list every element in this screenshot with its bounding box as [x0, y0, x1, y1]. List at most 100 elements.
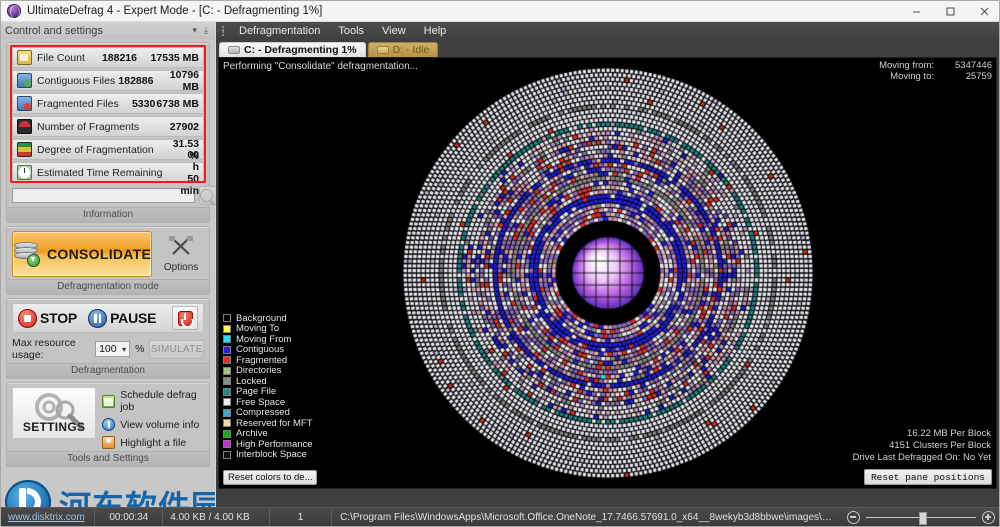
menu-item-defragmentation[interactable]: Defragmentation	[230, 22, 329, 40]
legend-swatch-icon[interactable]	[223, 450, 231, 459]
stop-label: STOP	[40, 310, 78, 326]
file-count-icon	[17, 50, 32, 65]
drag-grip-icon[interactable]	[220, 25, 225, 37]
status-site-link[interactable]: www.disktrix.com	[8, 512, 85, 523]
chevron-down-icon[interactable]: ▾	[122, 345, 126, 354]
simulate-label: SIMULATE	[150, 343, 203, 355]
legend-swatch-icon[interactable]	[223, 408, 231, 417]
zoom-out-icon[interactable]	[846, 510, 860, 524]
legend-item[interactable]: Contiguous	[223, 344, 313, 355]
consolidate-button[interactable]: CONSOLIDATE	[12, 231, 153, 277]
pause-icon	[88, 308, 108, 328]
window-title: UltimateDefrag 4 - Expert Mode - [C: - D…	[27, 5, 323, 17]
zoom-in-icon[interactable]	[981, 510, 995, 524]
legend-item[interactable]: Background	[223, 313, 313, 324]
legend-item[interactable]: Compressed	[223, 407, 313, 418]
legend-swatch-icon[interactable]	[223, 377, 231, 386]
legend-swatch-icon[interactable]	[223, 387, 231, 396]
menu-item-view[interactable]: View	[373, 22, 415, 40]
legend-swatch-icon[interactable]	[223, 366, 231, 375]
legend-label: Free Space	[236, 396, 286, 408]
minimize-button[interactable]	[899, 1, 933, 22]
legend-swatch-icon[interactable]	[223, 419, 231, 428]
viewer-status-text: Performing "Consolidate" defragmentation…	[223, 61, 418, 72]
legend-swatch-icon[interactable]	[223, 345, 231, 354]
tool-item-highlight-a-file[interactable]: Highlight a file	[102, 436, 204, 449]
simulate-button[interactable]: SIMULATE	[149, 339, 204, 359]
legend-swatch-icon[interactable]	[223, 356, 231, 365]
stat-value: 5330	[131, 97, 156, 110]
degree-of-fragmentation-icon	[17, 142, 32, 157]
pin-icon[interactable]: ⤓	[204, 25, 208, 36]
tool-item-view-volume-info[interactable]: View volume info	[102, 418, 204, 431]
stat-row-fragmented-files[interactable]: Fragmented Files 5330 6738 MB	[12, 93, 204, 114]
zoom-thumb[interactable]	[918, 511, 927, 525]
legend-item[interactable]: Locked	[223, 376, 313, 387]
legend-item[interactable]: Moving To	[223, 323, 313, 335]
schedule-icon	[102, 394, 116, 408]
legend-item[interactable]: Archive	[223, 428, 313, 439]
percent-sign: %	[135, 343, 145, 355]
reset-pane-positions-button[interactable]: Reset pane positions	[863, 469, 992, 485]
legend-item[interactable]: Directories	[223, 365, 313, 376]
legend-item[interactable]: Moving From	[223, 334, 313, 345]
dock-caption-label: Control and settings	[5, 24, 103, 37]
stat-label: Fragmented Files	[37, 97, 119, 110]
tool-item-schedule-defrag-job[interactable]: Schedule defrag job	[102, 389, 204, 413]
stat-size: 27902	[169, 120, 199, 133]
viewer-info-lines: 16.22 MB Per Block 4151 Clusters Per Blo…	[853, 428, 991, 464]
legend-item[interactable]: Fragmented	[223, 355, 313, 366]
stat-row-file-count[interactable]: File Count 188216 17535 MB	[12, 47, 204, 68]
chevron-down-icon[interactable]: ▾	[192, 25, 197, 36]
legend-swatch-icon[interactable]	[223, 335, 231, 344]
information-panel-footer: Information	[7, 207, 209, 222]
stat-label: Contiguous Files	[37, 74, 116, 87]
defrag-mode-footer: Defragmentation mode	[7, 279, 209, 294]
information-panel: File Count 188216 17535 MB Contiguous Fi…	[6, 42, 267, 223]
stat-label: File Count	[37, 51, 85, 64]
options-button[interactable]: Options	[158, 235, 204, 273]
drive-icon	[376, 46, 389, 54]
menu-item-tools[interactable]: Tools	[329, 22, 373, 40]
reset-colors-button[interactable]: Reset colors to de...	[223, 470, 318, 485]
legend-item[interactable]: Page File	[223, 386, 313, 397]
cluster-viewer[interactable]: Performing "Consolidate" defragmentation…	[218, 57, 997, 489]
stat-row-contiguous-files[interactable]: Contiguous Files 182886 10796 MB	[12, 69, 204, 93]
stat-size: 17535 MB	[150, 51, 199, 64]
legend-swatch-icon[interactable]	[223, 440, 231, 449]
zoom-track[interactable]	[865, 511, 976, 525]
info-line-last-defragged: Drive Last Defragged On: No Yet	[852, 452, 991, 463]
pause-button[interactable]: PAUSE	[88, 308, 156, 328]
power-button[interactable]	[172, 306, 198, 330]
stat-row-number-of-fragments[interactable]: Number of Fragments 27902	[12, 116, 204, 137]
tab-drive-d[interactable]: D: - Idle	[367, 42, 439, 57]
close-button[interactable]	[967, 1, 999, 22]
legend-item[interactable]: Reserved for MFT	[223, 418, 313, 429]
number-of-fragments-icon	[17, 119, 32, 134]
legend-item[interactable]: High Performance	[223, 439, 313, 450]
legend-swatch-icon[interactable]	[223, 398, 231, 407]
settings-button[interactable]: SETTINGS	[12, 387, 97, 439]
stop-button[interactable]: STOP	[18, 308, 78, 328]
zoom-slider[interactable]	[841, 508, 999, 527]
stat-size: 6738 MB	[156, 97, 199, 110]
legend-label: Moving To	[236, 323, 280, 335]
status-site[interactable]: www.disktrix.com	[1, 507, 96, 526]
max-resource-usage-spinner[interactable]: 100 ▾	[95, 341, 131, 357]
analyze-input[interactable]	[12, 188, 195, 203]
stat-row-estimated-time-remaining[interactable]: Estimated Time Remaining 00 h 50 min	[12, 149, 204, 197]
legend-swatch-icon[interactable]	[223, 314, 231, 323]
menu-item-help[interactable]: Help	[415, 22, 456, 40]
tools-list: Schedule defrag job View volume info Hig…	[102, 387, 204, 449]
legend-swatch-icon[interactable]	[223, 324, 231, 333]
tab-drive-c[interactable]: C: - Defragmenting 1%	[219, 42, 366, 57]
disk-cluster-map[interactable]	[399, 65, 816, 481]
legend-swatch-icon[interactable]	[223, 429, 231, 438]
legend-item[interactable]: Free Space	[223, 397, 313, 408]
options-label: Options	[163, 262, 199, 273]
maximize-button[interactable]	[933, 1, 967, 22]
stat-row-degree-of-fragmentation[interactable]: Degree of Fragmentation 31.53 %	[12, 138, 204, 162]
legend-item[interactable]: Interblock Space	[223, 449, 313, 460]
tool-item-label: View volume info	[120, 418, 200, 431]
tools-icon	[169, 236, 194, 255]
